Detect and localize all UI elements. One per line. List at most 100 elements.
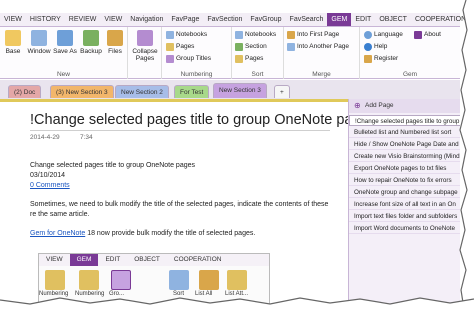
embedded-tab: EDIT — [105, 256, 121, 263]
sort-pages-icon — [235, 55, 243, 63]
help-button[interactable]: Help — [364, 42, 387, 52]
merge-into-another-page-button[interactable]: Into Another Page — [287, 42, 349, 52]
embedded-numbering-icon — [45, 270, 65, 290]
title-underline — [30, 130, 330, 131]
numbering-notebooks-button[interactable]: Notebooks — [166, 30, 207, 40]
ribbon-tab[interactable]: FavGroup — [246, 13, 285, 26]
page-list: ⊕ Add Page !Change selected pages title … — [348, 99, 460, 309]
page-list-item[interactable]: !Change selected pages title to group — [349, 115, 460, 126]
page-list-item[interactable]: Hide / Show OneNote Page Date and — [349, 139, 460, 150]
sort-pages-button[interactable]: Pages — [235, 54, 263, 64]
paragraph-1-line-1: Sometimes, we need to bulk modify the ti… — [30, 201, 329, 208]
help-label: Help — [374, 43, 388, 50]
page-title[interactable]: !Change selected pages title to group On… — [30, 112, 376, 128]
merge-first-icon — [287, 31, 295, 39]
embedded-tab-bar: VIEW GEM EDIT OBJECT COOPERATION — [39, 254, 269, 266]
ribbon-tab[interactable]: HISTORY — [26, 13, 65, 26]
collapse-icon — [137, 30, 153, 46]
base-button[interactable]: Base — [0, 30, 26, 55]
backup-icon — [83, 30, 99, 46]
embedded-tab: VIEW — [46, 256, 63, 263]
collapse-pages-button[interactable]: Collapse Pages — [132, 30, 158, 62]
language-button[interactable]: Language — [364, 30, 403, 40]
section-tab-for-test[interactable]: For Test — [174, 85, 210, 98]
numbering-pages-label: Pages — [176, 43, 195, 50]
sort-notebooks-button[interactable]: Notebooks — [235, 30, 276, 40]
ribbon-tab-bar: VIEW HISTORY REVIEW VIEW Navigation FavPage Fa… — [0, 13, 466, 27]
plus-icon: ⊕ — [354, 101, 361, 110]
save-as-button[interactable]: Save As — [52, 30, 78, 55]
add-section-tab[interactable]: + — [274, 85, 290, 98]
pages-icon — [166, 43, 174, 51]
ribbon-tab[interactable]: FavSection — [203, 13, 246, 26]
section-tab-doc[interactable]: (2) Doc — [8, 85, 42, 98]
save-as-label: Save As — [53, 48, 77, 55]
files-label: Files — [108, 48, 122, 55]
group-titles-icon — [166, 55, 174, 63]
page-list-item[interactable]: How to repair OneNote to fix errors — [349, 175, 460, 186]
ribbon-tab[interactable]: Navigation — [126, 13, 167, 26]
register-label: Register — [374, 55, 399, 62]
files-icon — [107, 30, 123, 46]
paragraph-2: Gem for OneNote 18 now provide bulk modi… — [30, 230, 255, 237]
embedded-numbering2-icon — [79, 270, 99, 290]
page-list-item[interactable]: Import Word documents to OneNote — [349, 223, 460, 234]
page-list-item[interactable]: Increase font size of all text in an On — [349, 199, 460, 210]
embedded-tab: COOPERATION — [173, 256, 222, 263]
files-button[interactable]: Files — [102, 30, 128, 55]
language-label: Language — [374, 31, 403, 38]
ribbon-group-label-gem: Gem — [402, 71, 418, 78]
gem-for-onenote-link[interactable]: Gem for OneNote — [30, 230, 85, 237]
ribbon-tab[interactable]: REVIEW — [65, 13, 101, 26]
ribbon-tab[interactable]: VIEW — [100, 13, 126, 26]
save-as-icon — [57, 30, 73, 46]
sort-notebooks-icon — [235, 31, 243, 39]
sort-section-button[interactable]: Section — [235, 42, 267, 52]
comments-link[interactable]: 0 Comments — [30, 182, 70, 189]
numbering-group-titles-button[interactable]: Group Titles — [166, 54, 211, 64]
ribbon-tab[interactable]: GEM — [327, 13, 352, 26]
about-button[interactable]: About — [414, 30, 441, 40]
ribbon-group-collapse: Collapse Pages — [128, 27, 162, 79]
embedded-tab: OBJECT — [134, 256, 160, 263]
ribbon-tab[interactable]: OBJECT — [375, 13, 411, 26]
numbering-pages-button[interactable]: Pages — [166, 42, 194, 52]
numbering-notebooks-label: Notebooks — [176, 31, 208, 38]
posted-date: 03/10/2014 — [30, 172, 66, 179]
ribbon: Base Window Save As Backup Files New Col… — [0, 27, 460, 79]
ribbon-group-label-sort: Sort — [251, 71, 264, 78]
section-tab-new-section-3a[interactable]: (3) New Section 3 — [50, 85, 114, 98]
window-button[interactable]: Window — [26, 30, 52, 55]
page-content: !Change selected pages title to group On… — [0, 99, 376, 309]
ribbon-group-label-numbering: Numbering — [180, 71, 213, 78]
backup-label: Backup — [80, 48, 102, 55]
merge-into-first-page-button[interactable]: Into First Page — [287, 30, 339, 40]
page-list-item[interactable]: Import text files folder and subfolders — [349, 211, 460, 222]
sort-section-icon — [235, 43, 243, 51]
window-icon — [31, 30, 47, 46]
ribbon-tab[interactable]: FavPage — [167, 13, 203, 26]
page-list-item[interactable]: OneNote group and change subpage — [349, 187, 460, 198]
base-icon — [5, 30, 21, 46]
torn-edge-bottom — [0, 297, 474, 309]
page-list-item[interactable]: Bulleted list and Numbered list sort — [349, 127, 460, 138]
sort-notebooks-label: Notebooks — [245, 31, 277, 38]
ribbon-tab[interactable]: VIEW — [0, 13, 26, 26]
app-window: VIEW HISTORY REVIEW VIEW Navigation FavPage Fa… — [0, 0, 474, 309]
add-page-button[interactable]: ⊕ Add Page — [349, 99, 460, 113]
globe-icon — [364, 31, 372, 39]
page-list-item[interactable]: Create new Visio Brainstorming (Mind — [349, 151, 460, 162]
section-tab-new-section-2[interactable]: New Section 2 — [115, 85, 169, 98]
backup-button[interactable]: Backup — [78, 30, 104, 55]
ribbon-group-numbering: Notebooks Pages Group Titles Numbering — [162, 27, 232, 79]
page-list-item[interactable]: Export OneNote pages to txt files — [349, 163, 460, 174]
ribbon-group-label-new: New — [56, 71, 70, 78]
about-label: About — [424, 31, 441, 38]
ribbon-tab[interactable]: FavSearch — [286, 13, 328, 26]
register-button[interactable]: Register — [364, 54, 398, 64]
about-icon — [414, 31, 422, 39]
section-tab-new-section-3b[interactable]: New Section 3 — [213, 83, 267, 98]
notebooks-icon — [166, 31, 174, 39]
ribbon-group-merge: Into First Page Into Another Page Merge — [284, 27, 360, 79]
ribbon-tab[interactable]: EDIT — [351, 13, 375, 26]
